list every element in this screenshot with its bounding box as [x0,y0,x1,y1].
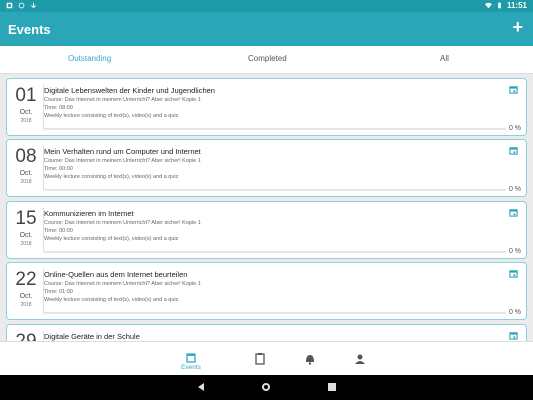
event-month: Oct. [19,232,33,239]
event-time: Time: 00:00 [44,228,73,234]
progress-bar [44,312,506,314]
calendar-icon[interactable] [509,269,518,278]
event-course: Course: Das Internet in meinem Unterrich… [44,97,201,103]
event-month: Oct. [19,293,33,300]
event-time: Time: 00:00 [44,166,73,172]
event-course: Course: Das Internet in meinem Unterrich… [44,220,201,226]
tab-bar: Outstanding Completed All [0,46,533,74]
event-month: Oct. [19,109,33,116]
event-title: Mein Verhalten rund um Computer und Inte… [44,147,201,156]
status-bar: 11:51 [0,0,533,12]
back-icon[interactable] [196,382,206,392]
bell-icon[interactable] [300,352,320,366]
event-day: 08 [15,146,37,167]
event-year: 2018 [20,241,32,247]
event-year: 2018 [20,118,32,124]
event-year: 2018 [20,179,32,185]
event-description: Weekly lecture consisting of text(s), vi… [44,113,179,119]
event-card[interactable]: 01 Oct. 2018 Digitale Lebenswelten der K… [6,78,527,136]
bottom-navigation: Events [0,341,533,375]
calendar-icon[interactable] [509,85,518,94]
event-list: 01 Oct. 2018 Digitale Lebenswelten der K… [0,75,533,341]
tab-completed[interactable]: Completed [248,54,287,63]
event-course: Course: Das Internet in meinem Unterrich… [44,158,201,164]
download-icon [31,2,36,9]
tab-all[interactable]: All [440,54,449,63]
calendar-icon[interactable] [509,208,518,217]
event-time: Time: 01:00 [44,289,73,295]
app-bar: Events + [0,12,533,46]
progress-label: 0 % [508,309,521,316]
battery-icon [498,2,501,9]
progress-bar [44,251,506,253]
progress-label: 0 % [508,248,521,255]
profile-icon[interactable] [350,352,370,366]
wifi-icon [484,2,492,9]
clipboard-icon[interactable] [250,352,270,366]
event-day: 01 [15,85,37,106]
events-nav-label[interactable]: Events [181,364,201,371]
progress-bar [44,128,506,130]
event-description: Weekly lecture consisting of text(s), vi… [44,236,179,242]
calendar-icon[interactable] [509,146,518,155]
system-navigation-bar [0,375,533,400]
event-title: Online-Quellen aus dem Internet beurteil… [44,270,188,279]
event-card[interactable]: 15 Oct. 2018 Kommunizieren im Internet C… [6,201,527,259]
event-description: Weekly lecture consisting of text(s), vi… [44,174,179,180]
event-year: 2018 [20,302,32,308]
event-day: 22 [15,269,37,290]
event-card[interactable]: 08 Oct. 2018 Mein Verhalten rund um Comp… [6,139,527,197]
event-day: 15 [15,208,37,229]
add-event-button[interactable]: + [512,18,523,36]
notification-icon [6,2,13,9]
progress-label: 0 % [508,125,521,132]
event-month: Oct. [19,170,33,177]
progress-bar [44,189,506,191]
event-card[interactable]: 22 Oct. 2018 Online-Quellen aus dem Inte… [6,262,527,320]
progress-label: 0 % [508,186,521,193]
event-description: Weekly lecture consisting of text(s), vi… [44,297,179,303]
event-card[interactable]: 29 Digitale Geräte in der Schule [6,324,527,341]
event-title: Digitale Geräte in der Schule [44,332,140,341]
sync-icon [18,2,25,9]
page-title: Events [8,22,51,37]
event-day: 29 [13,331,39,341]
clock: 11:51 [506,1,527,10]
recents-icon[interactable] [327,382,337,392]
event-title: Digitale Lebenswelten der Kinder und Jug… [44,86,215,95]
tab-outstanding[interactable]: Outstanding [68,54,111,63]
calendar-icon[interactable] [509,331,518,340]
home-icon[interactable] [261,382,271,392]
event-title: Kommunizieren im Internet [44,209,134,218]
event-course: Course: Das Internet in meinem Unterrich… [44,281,201,287]
event-time: Time: 08:00 [44,105,73,111]
